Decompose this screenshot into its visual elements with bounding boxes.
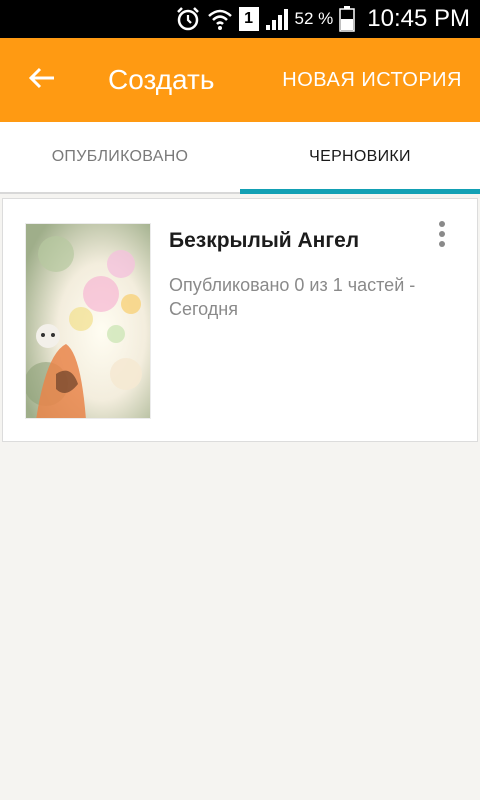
tab-label: ОПУБЛИКОВАНО [51, 148, 189, 165]
story-title[interactable]: Безкрылый Ангел [169, 229, 359, 253]
battery-icon [339, 6, 356, 32]
sim-icon: 1 [238, 7, 259, 31]
wifi-icon [207, 7, 233, 31]
story-card[interactable]: Безкрылый Ангел Опубликовано 0 из 1 част… [2, 198, 478, 442]
tab-bar: ОПУБЛИКОВАНО ЧЕРНОВИКИ [0, 122, 480, 194]
new-story-button[interactable]: НОВАЯ ИСТОРИЯ [282, 38, 462, 122]
alarm-icon [175, 6, 201, 32]
tab-indicator [240, 189, 480, 194]
story-status: Опубликовано 0 из 1 частей - Сегодня [169, 275, 416, 319]
story-cover[interactable] [25, 223, 151, 419]
tab-published[interactable]: ОПУБЛИКОВАНО [0, 122, 240, 192]
back-button[interactable] [0, 38, 84, 122]
page-title: Создать [108, 64, 215, 95]
more-vert-icon [438, 220, 446, 252]
signal-icon [265, 7, 289, 31]
tab-drafts[interactable]: ЧЕРНОВИКИ [240, 122, 480, 194]
arrow-left-icon [28, 66, 56, 95]
status-bar: 1 52 % 10:45 PM [0, 0, 480, 38]
more-options-button[interactable] [427, 220, 457, 252]
tab-label: ЧЕРНОВИКИ [309, 148, 411, 165]
battery-percent: 52 % [294, 9, 334, 28]
app-toolbar: Создать НОВАЯ ИСТОРИЯ [0, 38, 480, 122]
status-clock: 10:45 PM [367, 5, 470, 32]
